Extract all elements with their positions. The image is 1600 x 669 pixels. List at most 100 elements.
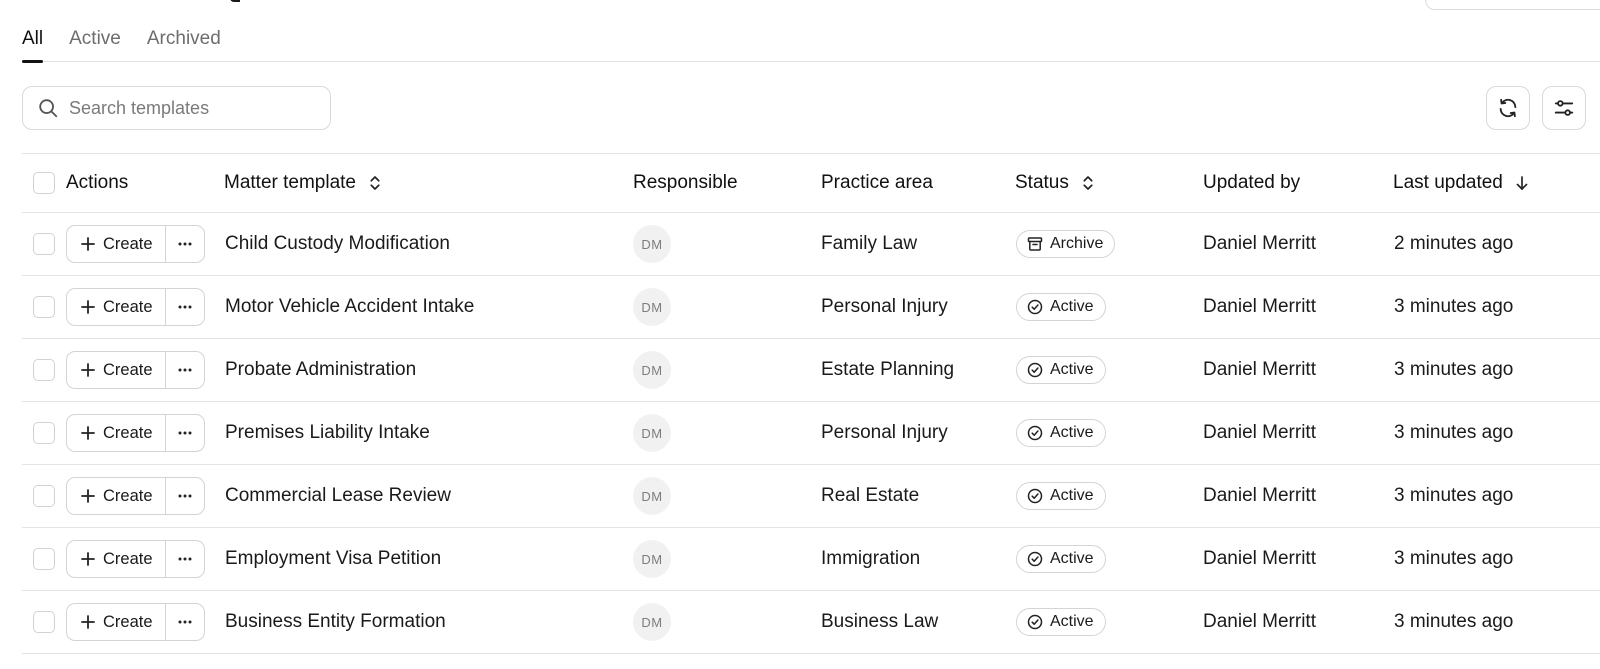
create-label: Create — [103, 612, 153, 631]
row-checkbox[interactable] — [33, 359, 55, 381]
table-row[interactable]: Create Motor Vehicle Accident Intake DM … — [22, 276, 1600, 339]
template-name[interactable]: Motor Vehicle Accident Intake — [225, 276, 474, 338]
row-checkbox[interactable] — [33, 611, 55, 633]
last-updated: 3 minutes ago — [1394, 548, 1514, 569]
updated-by: Daniel Merritt — [1203, 422, 1316, 443]
create-button[interactable]: Create — [67, 541, 166, 577]
column-label: Last updated — [1393, 172, 1503, 193]
row-checkbox[interactable] — [33, 422, 55, 444]
column-updated-by: Updated by — [1203, 172, 1301, 193]
template-name[interactable]: Child Custody Modification — [225, 213, 450, 275]
create-label: Create — [103, 297, 153, 316]
search-input[interactable] — [69, 97, 309, 119]
refresh-button[interactable] — [1486, 86, 1530, 130]
create-button[interactable]: Create — [67, 226, 166, 262]
filter-button[interactable] — [1542, 86, 1586, 130]
plus-icon — [81, 615, 95, 629]
check-circle-icon — [1027, 425, 1043, 441]
last-updated: 3 minutes ago — [1394, 485, 1514, 506]
status-badge: Active — [1016, 545, 1106, 573]
tab-active[interactable]: Active — [69, 22, 121, 62]
more-button[interactable] — [166, 226, 204, 262]
row-checkbox[interactable] — [33, 296, 55, 318]
updated-by: Daniel Merritt — [1203, 233, 1316, 254]
column-actions: Actions — [66, 172, 129, 193]
row-actions: Create — [66, 477, 205, 515]
row-checkbox[interactable] — [33, 485, 55, 507]
select-all-checkbox[interactable] — [33, 172, 55, 194]
arrow-down-icon — [1516, 176, 1528, 190]
template-name[interactable]: Probate Administration — [225, 339, 416, 401]
create-button[interactable]: Create — [67, 604, 166, 640]
status-label: Active — [1050, 487, 1094, 504]
row-actions: Create — [66, 603, 205, 641]
more-horizontal-icon — [178, 620, 192, 624]
status-label: Active — [1050, 298, 1094, 315]
status-badge: Active — [1016, 608, 1106, 636]
row-actions: Create — [66, 288, 205, 326]
updated-by: Daniel Merritt — [1203, 548, 1316, 569]
column-last-updated[interactable]: Last updated — [1393, 154, 1531, 212]
table-row[interactable]: Create Child Custody Modification DM Fam… — [22, 213, 1600, 276]
row-actions: Create — [66, 540, 205, 578]
table-row[interactable]: Create Business Entity Formation DM Busi… — [22, 591, 1600, 654]
more-button[interactable] — [166, 541, 204, 577]
template-name[interactable]: Employment Visa Petition — [225, 528, 441, 590]
template-name[interactable]: Commercial Lease Review — [225, 465, 451, 527]
status-label: Active — [1050, 550, 1094, 567]
status-tabs: All Active Archived — [22, 22, 1600, 63]
column-label: Status — [1015, 172, 1069, 193]
row-actions: Create — [66, 225, 205, 263]
refresh-icon — [1499, 98, 1517, 118]
last-updated: 3 minutes ago — [1394, 422, 1514, 443]
table-row[interactable]: Create Employment Visa Petition DM Immig… — [22, 528, 1600, 591]
plus-icon — [81, 300, 95, 314]
practice-area: Immigration — [821, 548, 921, 569]
practice-area: Real Estate — [821, 485, 920, 506]
create-button[interactable]: Create — [67, 478, 166, 514]
more-horizontal-icon — [178, 242, 192, 246]
last-updated: 3 minutes ago — [1394, 611, 1514, 632]
table-row[interactable]: Create Premises Liability Intake DM Pers… — [22, 402, 1600, 465]
table-header: Actions Matter template Responsible Prac… — [22, 154, 1600, 213]
check-circle-icon — [1027, 551, 1043, 567]
more-button[interactable] — [166, 478, 204, 514]
avatar: DM — [633, 288, 671, 326]
row-checkbox[interactable] — [33, 233, 55, 255]
create-button[interactable]: Create — [67, 289, 166, 325]
more-button[interactable] — [166, 289, 204, 325]
plus-icon — [81, 489, 95, 503]
status-label: Active — [1050, 424, 1094, 441]
more-horizontal-icon — [178, 431, 192, 435]
avatar: DM — [633, 225, 671, 263]
row-actions: Create — [66, 414, 205, 452]
column-responsible: Responsible — [633, 172, 738, 193]
check-circle-icon — [1027, 488, 1043, 504]
create-label: Create — [103, 234, 153, 253]
more-button[interactable] — [166, 352, 204, 388]
table-row[interactable]: Create Probate Administration DM Estate … — [22, 339, 1600, 402]
create-button[interactable]: Create — [67, 352, 166, 388]
row-checkbox[interactable] — [33, 548, 55, 570]
status-label: Archive — [1050, 235, 1104, 252]
status-label: Active — [1050, 361, 1094, 378]
column-matter-template[interactable]: Matter template — [224, 154, 384, 212]
more-horizontal-icon — [178, 557, 192, 561]
create-button[interactable]: Create — [67, 415, 166, 451]
tab-archived[interactable]: Archived — [147, 22, 221, 62]
tab-all[interactable]: All — [22, 22, 44, 63]
top-right-button-partial[interactable] — [1425, 0, 1600, 10]
more-button[interactable] — [166, 415, 204, 451]
more-button[interactable] — [166, 604, 204, 640]
avatar: DM — [633, 540, 671, 578]
sliders-icon — [1554, 100, 1574, 116]
column-status[interactable]: Status — [1015, 154, 1097, 212]
template-name[interactable]: Business Entity Formation — [225, 591, 446, 653]
create-label: Create — [103, 549, 153, 568]
template-name[interactable]: Premises Liability Intake — [225, 402, 430, 464]
search-box[interactable] — [22, 86, 331, 130]
avatar: DM — [633, 603, 671, 641]
table-row[interactable]: Create Commercial Lease Review DM Real E… — [22, 465, 1600, 528]
avatar: DM — [633, 477, 671, 515]
updated-by: Daniel Merritt — [1203, 359, 1316, 380]
